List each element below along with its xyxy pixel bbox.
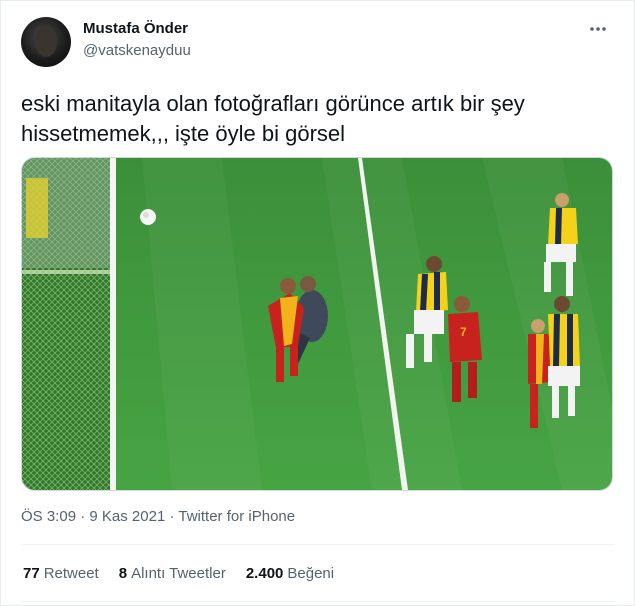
tweet-photo[interactable]: 7 [21, 157, 613, 491]
quotes-label: Alıntı Tweetler [131, 565, 226, 582]
more-icon[interactable] [590, 23, 606, 33]
quotes-stat[interactable]: 8 Alıntı Tweetler [119, 565, 226, 582]
tweet-card: Mustafa Önder @vatskenayduu eski manitay… [0, 0, 635, 606]
football-photo: 7 [22, 158, 612, 490]
likes-count: 2.400 [245, 565, 284, 582]
tweet-date[interactable]: 9 Kas 2021 [89, 508, 165, 525]
divider-top [21, 544, 614, 545]
meta-separator: · [169, 508, 175, 525]
tweet-stats: 77 Retweet 8 Alıntı Tweetler 2.400 Beğeni [23, 565, 334, 582]
tweet-text: eski manitayla olan fotoğrafları görünce… [21, 91, 525, 146]
likes-label: Beğeni [287, 565, 335, 582]
avatar-face [35, 27, 57, 57]
svg-text:7: 7 [460, 325, 467, 339]
retweets-count: 77 [23, 565, 40, 582]
tweet-time[interactable]: ÖS 3:09 [21, 508, 76, 525]
tweet-source[interactable]: Twitter for iPhone [178, 508, 295, 525]
author-handle[interactable]: @vatskenayduu [83, 42, 191, 59]
quotes-count: 8 [118, 565, 128, 582]
meta-separator: · [80, 508, 86, 525]
author-name[interactable]: Mustafa Önder [83, 20, 188, 37]
divider-bottom [21, 601, 614, 602]
retweets-stat[interactable]: 77 Retweet [23, 565, 99, 582]
likes-stat[interactable]: 2.400 Beğeni [246, 565, 334, 582]
retweets-label: Retweet [43, 565, 99, 582]
tweet-meta: ÖS 3:09 · 9 Kas 2021 · Twitter for iPhon… [21, 508, 295, 525]
avatar[interactable] [21, 17, 71, 67]
